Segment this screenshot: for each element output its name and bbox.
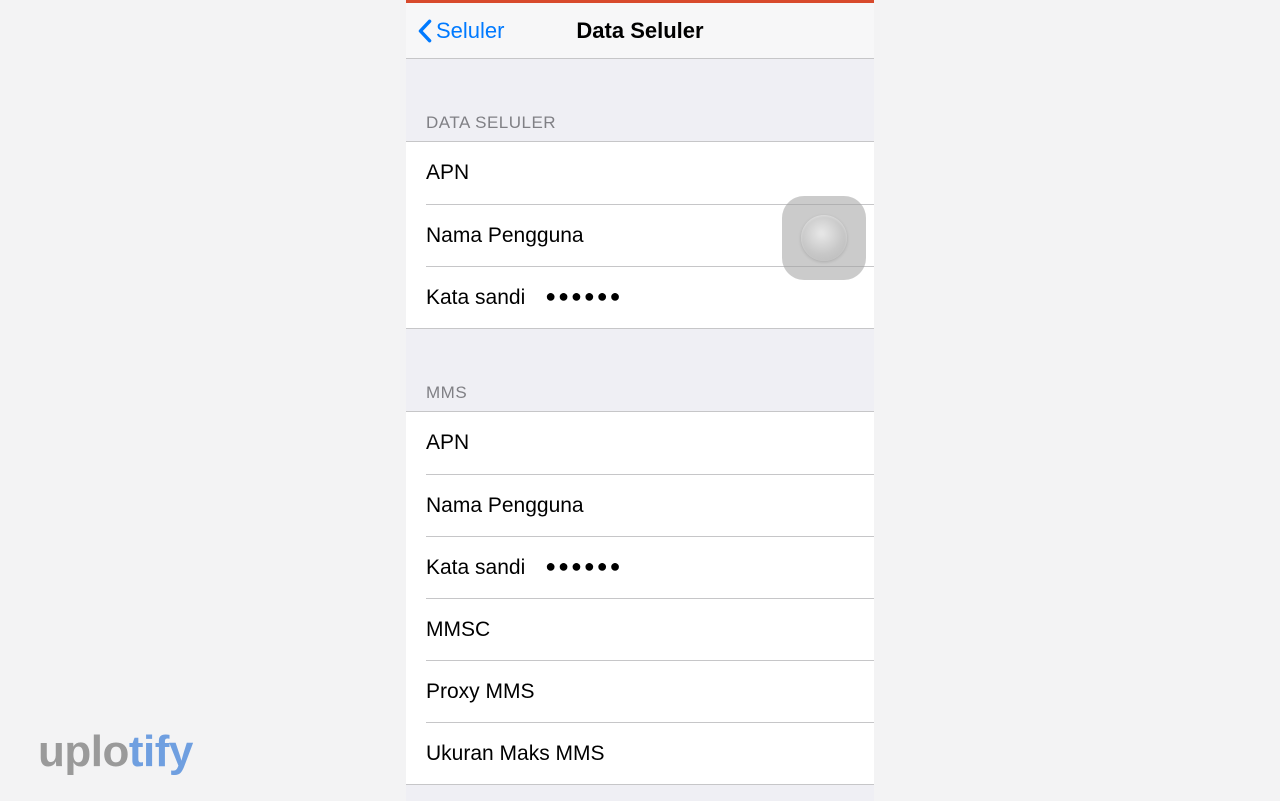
section-header-cellular: DATA SELULER (406, 113, 874, 141)
row-mms-password[interactable]: Kata sandi ●●●●●● (426, 536, 874, 598)
watermark: uplotify (38, 727, 193, 777)
row-mms-apn[interactable]: APN (406, 412, 874, 474)
row-label: Proxy MMS (426, 680, 535, 704)
assistive-touch-button[interactable] (782, 196, 866, 280)
row-mms-proxy[interactable]: Proxy MMS (426, 660, 874, 722)
back-label: Seluler (436, 18, 504, 44)
section-header-mms: MMS (406, 383, 874, 411)
phone-screen: Seluler Data Seluler DATA SELULER APN Na… (406, 0, 874, 801)
watermark-part2: tify (129, 727, 193, 776)
assistive-touch-icon (801, 215, 847, 261)
page-title: Data Seluler (576, 18, 703, 44)
row-mms-maxsize[interactable]: Ukuran Maks MMS (426, 722, 874, 784)
navigation-bar: Seluler Data Seluler (406, 3, 874, 59)
row-label: Ukuran Maks MMS (426, 742, 605, 766)
back-button[interactable]: Seluler (418, 18, 504, 44)
settings-group-mms: APN Nama Pengguna Kata sandi ●●●●●● MMSC… (406, 411, 874, 785)
row-label: Nama Pengguna (426, 494, 584, 518)
row-value: ●●●●●● (545, 556, 622, 577)
row-label: APN (426, 161, 469, 185)
row-label: Kata sandi (426, 286, 525, 310)
row-label: APN (426, 431, 469, 455)
watermark-part1: uplo (38, 727, 129, 776)
row-label: Kata sandi (426, 556, 525, 580)
chevron-left-icon (418, 19, 432, 43)
row-mms-username[interactable]: Nama Pengguna (426, 474, 874, 536)
row-label: Nama Pengguna (426, 224, 584, 248)
row-value: ●●●●●● (545, 286, 622, 307)
row-cellular-apn[interactable]: APN (406, 142, 874, 204)
row-mms-mmsc[interactable]: MMSC (426, 598, 874, 660)
row-label: MMSC (426, 618, 490, 642)
